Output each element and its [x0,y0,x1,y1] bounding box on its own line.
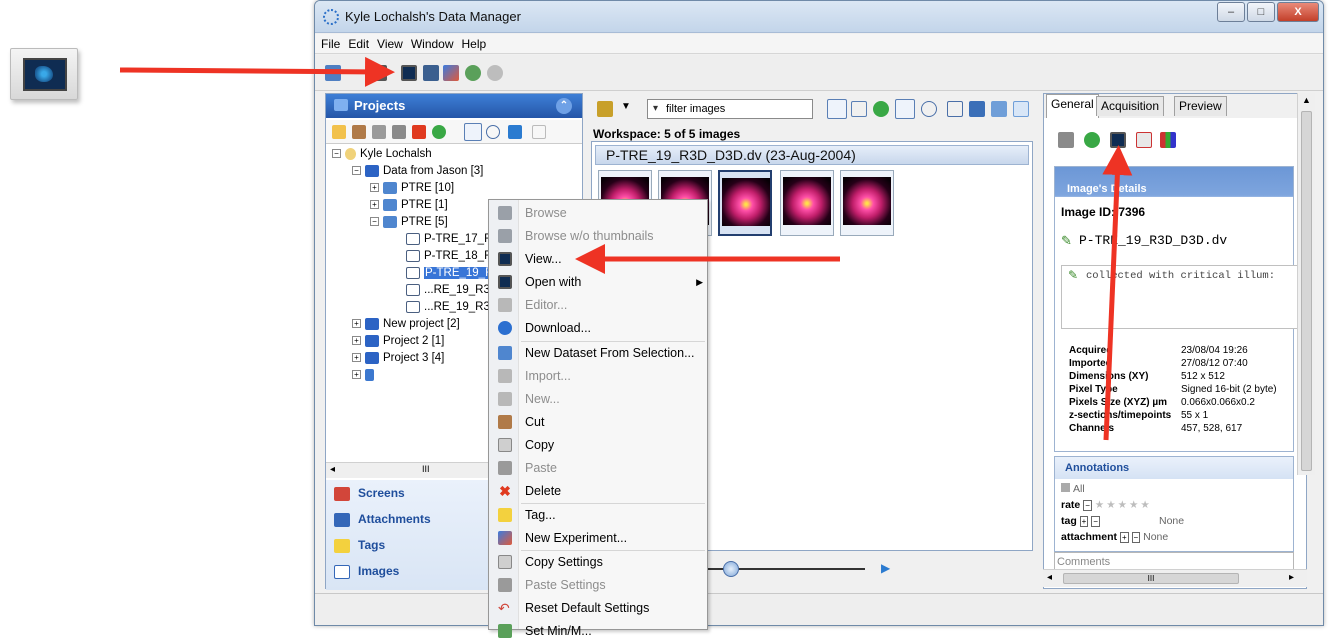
arrow-to-toolbar-view [119,56,395,87]
arrow-to-metadata-view [1102,145,1133,441]
callout-arrows [119,56,1133,441]
